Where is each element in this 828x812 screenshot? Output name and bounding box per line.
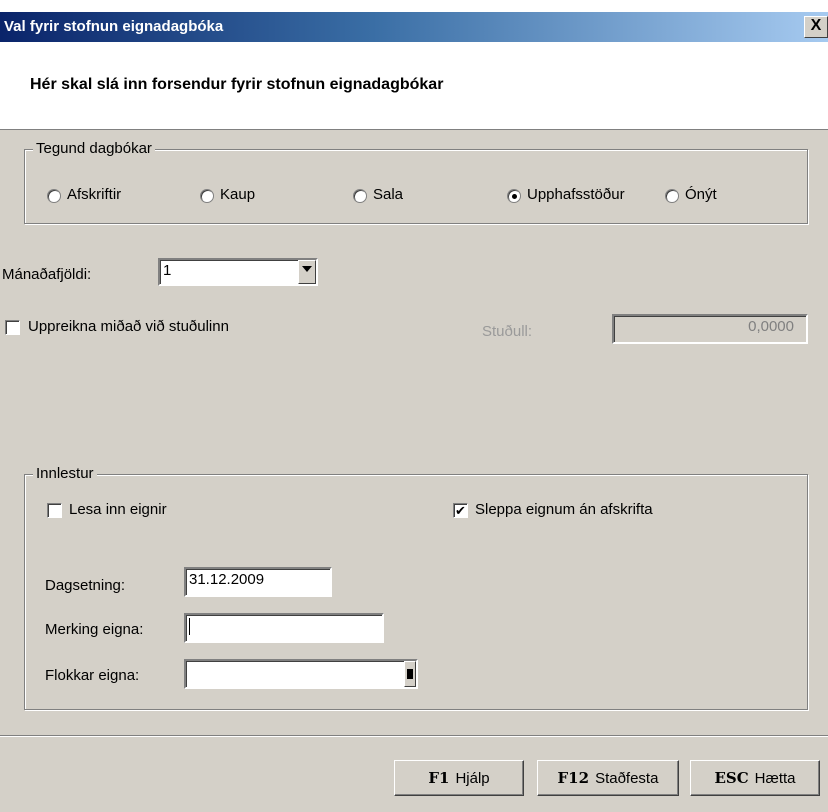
recalc-label: Uppreikna miðað við stuðulinn: [28, 318, 229, 335]
import-legend: Innlestur: [33, 465, 97, 482]
title-bar: Val fyrir stofnun eignadagbóka X: [0, 12, 828, 42]
window-title: Val fyrir stofnun eignadagbóka: [4, 18, 224, 35]
radio-kaup[interactable]: [200, 189, 214, 203]
confirm-label: Staðfesta: [595, 770, 659, 787]
dialog-header: Hér skal slá inn forsendur fyrir stofnun…: [0, 42, 828, 130]
months-dropdown-button[interactable]: [298, 260, 316, 284]
cancel-key: ESC: [714, 769, 749, 787]
asset-classes-label: Flokkar eigna:: [45, 667, 140, 684]
help-label: Hjálp: [455, 770, 490, 787]
radio-sala-label: Sala: [373, 186, 404, 203]
radio-sala[interactable]: [353, 189, 367, 203]
radio-afskriftir-label: Afskriftir: [67, 186, 122, 203]
journal-type-legend: Tegund dagbókar: [33, 140, 155, 157]
factor-value: 0,0000: [748, 318, 794, 335]
button-separator: [0, 735, 828, 737]
read-assets-checkbox[interactable]: [47, 503, 62, 518]
date-label: Dagsetning:: [45, 577, 126, 594]
asset-marking-label: Merking eigna:: [45, 621, 144, 638]
cancel-button[interactable]: ESC Hætta: [690, 760, 820, 796]
dialog-body: Tegund dagbókar Afskriftir Kaup Sala Upp…: [0, 130, 828, 812]
close-icon: X: [810, 17, 822, 34]
chevron-down-icon: [302, 266, 312, 272]
radio-onyt-label: Ónýt: [685, 186, 717, 203]
factor-label: Stuðull:: [482, 323, 533, 340]
recalc-checkbox[interactable]: [5, 320, 20, 335]
skip-assets-checkbox[interactable]: ✔: [453, 503, 468, 518]
journal-type-group: Tegund dagbókar Afskriftir Kaup Sala Upp…: [24, 140, 808, 224]
radio-afskriftir[interactable]: [47, 189, 61, 203]
months-select[interactable]: 1: [158, 258, 318, 286]
months-value: 1: [163, 262, 172, 279]
read-assets-label: Lesa inn eignir: [69, 501, 167, 518]
asset-classes-lookup-button[interactable]: [404, 661, 416, 687]
radio-kaup-label: Kaup: [220, 186, 256, 203]
asset-classes-field[interactable]: [184, 659, 418, 689]
lookup-icon: [407, 669, 413, 679]
radio-onyt[interactable]: [665, 189, 679, 203]
factor-field[interactable]: 0,0000: [612, 314, 808, 344]
header-text: Hér skal slá inn forsendur fyrir stofnun…: [30, 76, 444, 93]
months-label: Mánaðafjöldi:: [2, 266, 92, 283]
help-key: F1: [428, 769, 450, 787]
help-button[interactable]: F1 Hjálp: [394, 760, 524, 796]
cancel-label: Hætta: [754, 770, 796, 787]
import-group: Innlestur Lesa inn eignir ✔ Sleppa eignu…: [24, 465, 808, 710]
confirm-key: F12: [557, 769, 590, 787]
date-field[interactable]: 31.12.2009: [184, 567, 332, 597]
text-caret: [189, 617, 190, 635]
radio-upphafsstodur-label: Upphafsstöður: [527, 186, 625, 203]
close-button[interactable]: X: [804, 16, 828, 38]
radio-upphafsstodur[interactable]: [507, 189, 521, 203]
asset-marking-field[interactable]: [184, 613, 384, 643]
date-value: 31.12.2009: [189, 571, 265, 588]
confirm-button[interactable]: F12 Staðfesta: [537, 760, 679, 796]
skip-assets-label: Sleppa eignum án afskrifta: [475, 501, 653, 518]
check-icon: ✔: [455, 503, 466, 518]
